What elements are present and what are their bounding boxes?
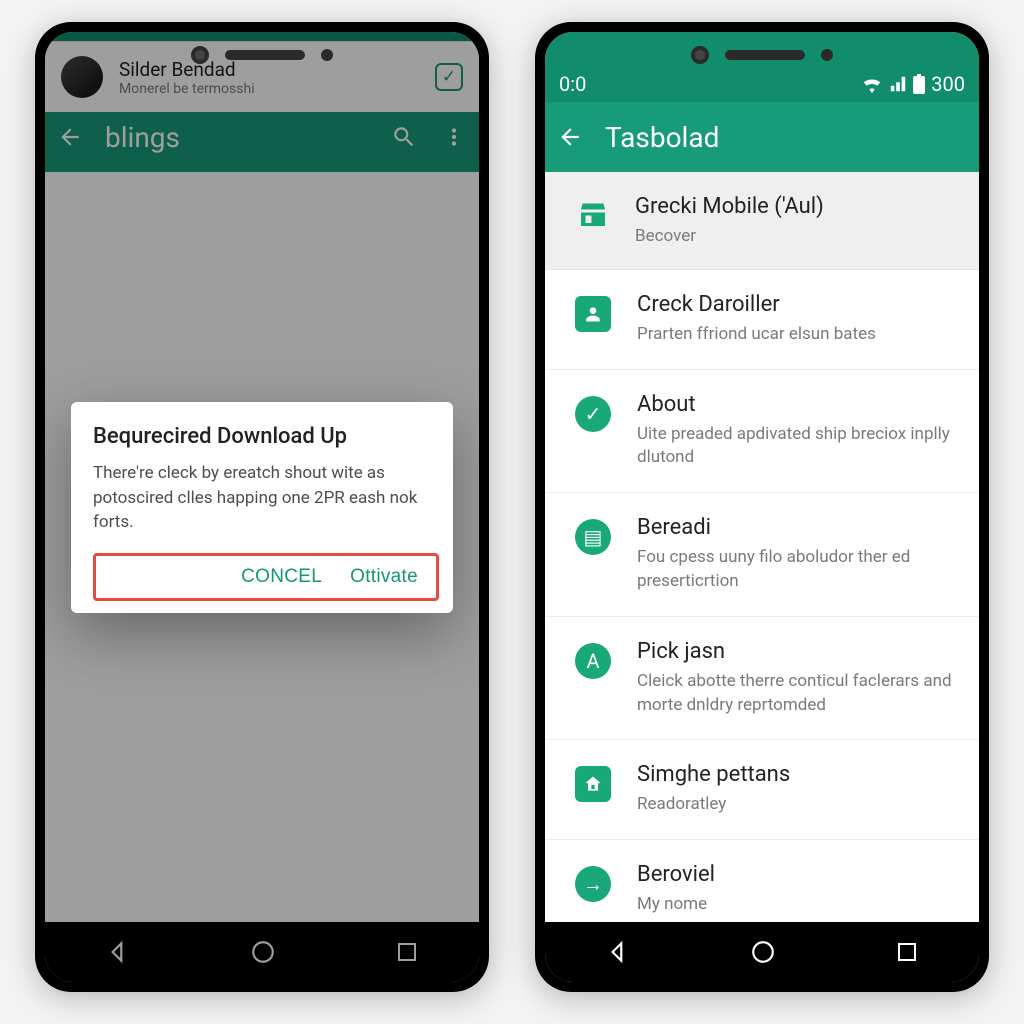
- settings-item-title: About: [637, 392, 961, 417]
- dialog-body: There're cleck by ereatch shout wite as …: [93, 461, 431, 535]
- confirm-button[interactable]: Ottivate: [350, 566, 418, 588]
- settings-item[interactable]: → Beroviel My nome: [545, 840, 979, 922]
- settings-item-title: Pick jasn: [637, 639, 961, 664]
- appbar-title: Tasbolad: [605, 121, 969, 154]
- phone-left: 21 1:39: [35, 22, 489, 992]
- app-bar: Tasbolad: [545, 102, 979, 172]
- phone-sensors: [691, 46, 833, 64]
- wifi-icon: [861, 75, 883, 93]
- account-header[interactable]: Grecki Mobile ('Aul) Becover: [545, 172, 979, 270]
- settings-item-sub: My nome: [637, 893, 961, 917]
- settings-item-title: Simghe pettans: [637, 762, 961, 787]
- settings-item-sub: Uite preaded apdivated ship breciox inpl…: [637, 423, 961, 471]
- settings-item-sub: Cleick abotte therre conticul faclerars …: [637, 670, 961, 718]
- person-icon: [575, 296, 611, 332]
- nav-home-icon[interactable]: [750, 939, 776, 965]
- status-time-left: 0:0: [559, 72, 586, 96]
- nav-back-icon[interactable]: [605, 939, 631, 965]
- settings-item[interactable]: A Pick jasn Cleick abotte therre conticul …: [545, 617, 979, 741]
- settings-item-title: Bereadi: [637, 515, 961, 540]
- settings-item-sub: Prarten ffriond ucar elsun bates: [637, 323, 961, 347]
- nav-bar: [545, 922, 979, 982]
- status-bar: 0:0 300: [545, 32, 979, 102]
- settings-item-sub: Fou cpess uuny filo aboludor ther ed pre…: [637, 546, 961, 594]
- dialog-title: Bequrecired Download Up: [93, 424, 431, 449]
- settings-item[interactable]: ▤ Bereadi Fou cpess uuny filo aboludor the…: [545, 493, 979, 617]
- dialog-actions-highlight: CONCEL Ottivate: [93, 553, 439, 601]
- house-icon: [575, 766, 611, 802]
- phone-sensors: [191, 46, 333, 64]
- account-title: Grecki Mobile ('Aul): [635, 194, 961, 219]
- signal-icon: [889, 75, 907, 93]
- cancel-button[interactable]: CONCEL: [241, 566, 322, 588]
- settings-item-title: Beroviel: [637, 862, 961, 887]
- account-sub: Becover: [635, 225, 961, 249]
- download-dialog: Bequrecired Download Up There're cleck b…: [71, 402, 453, 613]
- settings-item-sub: Readoratley: [637, 793, 961, 817]
- back-icon[interactable]: [555, 122, 585, 152]
- settings-item-title: Creck Daroiller: [637, 292, 961, 317]
- settings-item[interactable]: Simghe pettans Readoratley: [545, 740, 979, 840]
- app-icon: A: [575, 643, 611, 679]
- battery-icon: [913, 74, 925, 94]
- store-icon: [575, 196, 611, 232]
- check-icon: ✓: [575, 396, 611, 432]
- arrow-icon: →: [575, 866, 611, 902]
- settings-item[interactable]: Creck Daroiller Prarten ffriond ucar elsu…: [545, 270, 979, 370]
- phone-right: 0:0 300 Tasbola: [535, 22, 989, 992]
- document-icon: ▤: [575, 519, 611, 555]
- settings-item[interactable]: ✓ About Uite preaded apdivated ship brecio…: [545, 370, 979, 494]
- status-time-right: 300: [931, 72, 965, 96]
- nav-recent-icon[interactable]: [895, 940, 919, 964]
